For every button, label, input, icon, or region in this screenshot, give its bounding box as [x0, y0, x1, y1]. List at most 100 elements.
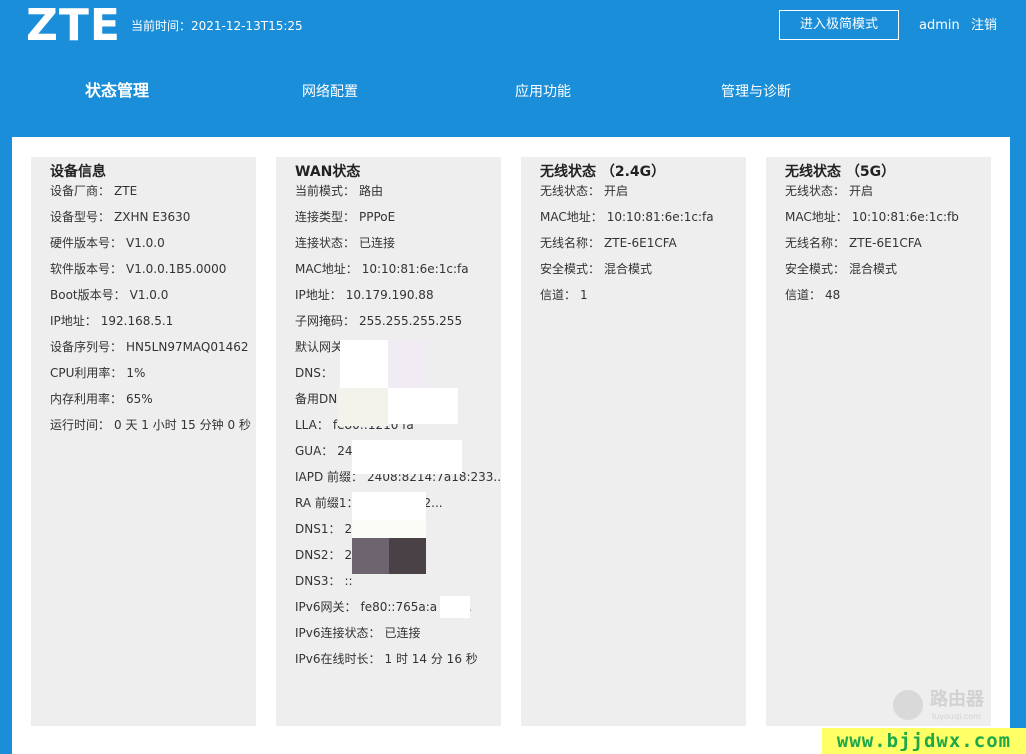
info-value: 已连接	[384, 626, 421, 640]
mosaic-patch	[389, 538, 426, 574]
info-value: 10:10:81:6e:1c:fa	[606, 210, 714, 224]
info-row: 无线名称： ZTE-6E1CFA	[540, 235, 746, 261]
info-label: 连接类型：	[295, 210, 356, 224]
info-row: MAC地址： 10:10:81:6e:1c:fb	[785, 209, 991, 235]
info-label: IPv6在线时长：	[295, 652, 381, 666]
info-row: 当前模式： 路由	[295, 183, 501, 209]
mosaic-patch	[340, 340, 388, 388]
info-row: MAC地址： 10:10:81:6e:1c:fa	[295, 261, 501, 287]
info-label: 设备型号：	[50, 210, 111, 224]
info-value: ZXHN E3630	[114, 210, 191, 224]
mosaic-patch	[338, 388, 388, 426]
info-label: 无线名称：	[540, 236, 601, 250]
info-label: CPU利用率：	[50, 366, 123, 380]
info-row: MAC地址： 10:10:81:6e:1c:fa	[540, 209, 746, 235]
info-row: 信道： 1	[540, 287, 746, 313]
info-label: DNS1：	[295, 522, 341, 536]
info-value: ZTE-6E1CFA	[604, 236, 677, 250]
info-row: DNS3：::	[295, 573, 501, 599]
info-label: RA 前缀1：	[295, 496, 359, 510]
info-value: 1 时 14 分 16 秒	[384, 652, 478, 666]
info-label: 当前模式：	[295, 184, 356, 198]
info-value: 10:10:81:6e:1c:fa	[361, 262, 469, 276]
info-label: DNS3：	[295, 574, 341, 588]
info-label: 信道：	[785, 288, 822, 302]
watermark-brand: 路由器	[930, 689, 984, 710]
nav-status-management[interactable]: 状态管理	[85, 81, 149, 101]
user-name: admin	[919, 18, 960, 33]
info-value: 1%	[126, 366, 146, 380]
mosaic-patch	[352, 492, 426, 520]
info-label: MAC地址：	[295, 262, 358, 276]
info-value: 0 天 1 小时 15 分钟 0 秒	[114, 418, 251, 432]
info-row: IP地址： 10.179.190.88	[295, 287, 501, 313]
info-row: 软件版本号： V1.0.0.1B5.0000	[50, 261, 256, 287]
info-label: 运行时间：	[50, 418, 111, 432]
info-label: IP地址：	[295, 288, 342, 302]
info-row: 安全模式： 混合模式	[540, 261, 746, 287]
info-row: 连接类型： PPPoE	[295, 209, 501, 235]
info-row: IP地址： 192.168.5.1	[50, 313, 256, 339]
info-row: IPv6网关： fe80::765a:a 6:1...	[295, 599, 501, 625]
panel-title: WAN状态	[295, 164, 361, 180]
info-row: 无线状态： 开启	[785, 183, 991, 209]
info-value: 2	[344, 548, 353, 562]
info-row: 连接状态： 已连接	[295, 235, 501, 261]
info-label: 连接状态：	[295, 236, 356, 250]
info-value: PPPoE	[359, 210, 396, 224]
simple-mode-button[interactable]: 进入极简模式	[779, 10, 899, 40]
info-label: 硬件版本号：	[50, 236, 123, 250]
info-value: 混合模式	[849, 262, 898, 276]
info-value: ZTE-6E1CFA	[849, 236, 922, 250]
info-label: 内存利用率：	[50, 392, 123, 406]
mosaic-patch	[352, 520, 426, 538]
info-value: 48	[825, 288, 841, 302]
info-label: DNS：	[295, 366, 333, 380]
info-label: 安全模式：	[785, 262, 846, 276]
info-row: Boot版本号： V1.0.0	[50, 287, 256, 313]
mosaic-patch	[352, 440, 462, 474]
info-label: 无线名称：	[785, 236, 846, 250]
mosaic-patch	[440, 596, 470, 618]
zte-logo: ZTE	[26, 0, 121, 51]
info-label: 信道：	[540, 288, 577, 302]
info-row: IPv6连接状态： 已连接	[295, 625, 501, 651]
info-value: V1.0.0	[126, 236, 165, 250]
info-label: 无线状态：	[785, 184, 846, 198]
nav-management-diagnostics[interactable]: 管理与诊断	[721, 82, 791, 102]
info-label: 设备厂商：	[50, 184, 111, 198]
info-value: 开启	[849, 184, 874, 198]
info-row: CPU利用率： 1%	[50, 365, 256, 391]
info-value: 混合模式	[604, 262, 653, 276]
info-label: 设备序列号：	[50, 340, 123, 354]
info-value: 255.255.255.255	[359, 314, 463, 328]
info-value: 10.179.190.88	[345, 288, 434, 302]
info-row: IPv6在线时长： 1 时 14 分 16 秒	[295, 651, 501, 677]
content-area: 设备信息 设备厂商： ZTE 设备型号： ZXHN E3630 硬件版本号： V1.0.0…	[12, 137, 1010, 754]
logout-link[interactable]: 注销	[971, 18, 997, 34]
nav-app-functions[interactable]: 应用功能	[515, 82, 571, 102]
info-label: MAC地址：	[785, 210, 848, 224]
info-value: 192.168.5.1	[100, 314, 174, 328]
info-row: 子网掩码： 255.255.255.255	[295, 313, 501, 339]
info-label: IPv6网关：	[295, 600, 357, 614]
info-row: 信道： 48	[785, 287, 991, 313]
info-value: V1.0.0	[129, 288, 169, 302]
panel-title: 无线状态 （2.4G）	[540, 164, 666, 180]
info-label: 安全模式：	[540, 262, 601, 276]
info-row: 运行时间： 0 天 1 小时 15 分钟 0 秒	[50, 417, 256, 443]
info-value: V1.0.0.1B5.0000	[126, 262, 227, 276]
info-row: 内存利用率： 65%	[50, 391, 256, 417]
info-value: 2	[344, 522, 353, 536]
nav-network-config[interactable]: 网络配置	[302, 82, 358, 102]
info-value: 已连接	[359, 236, 396, 250]
info-row: 无线名称： ZTE-6E1CFA	[785, 235, 991, 261]
current-time: 当前时间：2021-12-13T15:25	[131, 19, 303, 33]
panel-title: 无线状态 （5G）	[785, 164, 896, 180]
info-value: 65%	[126, 392, 153, 406]
info-label: IPv6连接状态：	[295, 626, 381, 640]
watermark-url: www.bjjdwx.com	[822, 728, 1026, 754]
info-label: 软件版本号：	[50, 262, 123, 276]
info-label: GUA：	[295, 444, 334, 458]
info-row: 无线状态： 开启	[540, 183, 746, 209]
